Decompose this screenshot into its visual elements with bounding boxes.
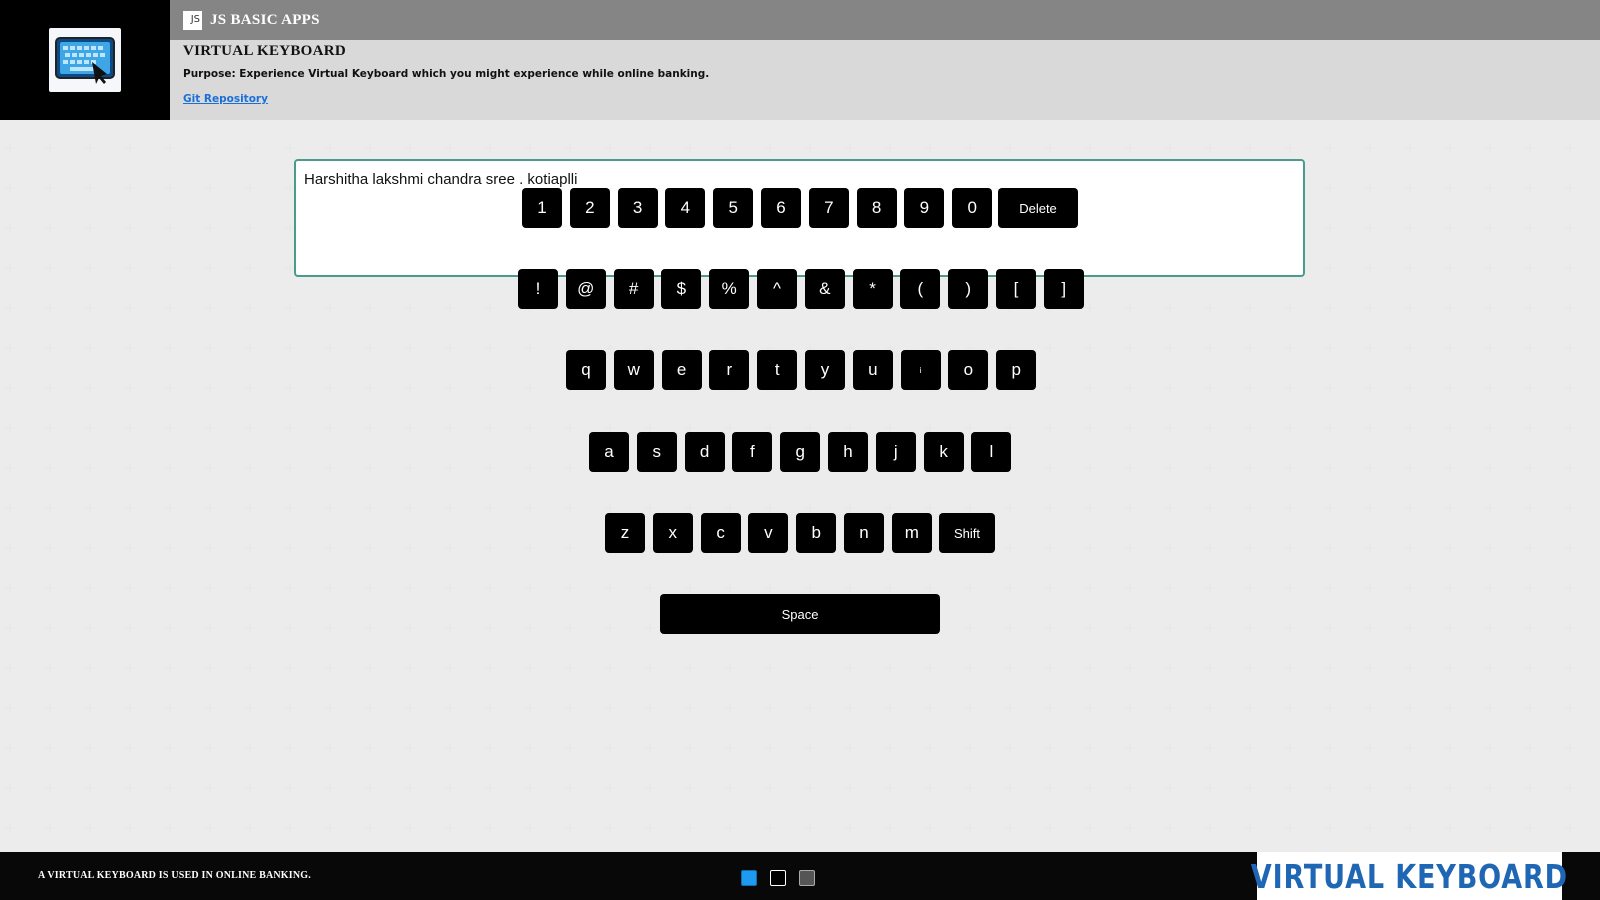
key-0[interactable]: 0 <box>952 188 993 228</box>
key-b[interactable]: b <box>796 513 837 553</box>
key-i[interactable]: i <box>900 350 941 390</box>
key-asterisk[interactable]: * <box>852 269 893 309</box>
key-dollar[interactable]: $ <box>661 269 702 309</box>
key-8[interactable]: 8 <box>856 188 897 228</box>
key-m[interactable]: m <box>891 513 932 553</box>
shift-key[interactable]: Shift <box>939 513 995 553</box>
key-d[interactable]: d <box>684 432 725 472</box>
key-f[interactable]: f <box>732 432 773 472</box>
key-y[interactable]: y <box>805 350 845 390</box>
key-7[interactable]: 7 <box>808 188 849 228</box>
key-left-paren[interactable]: ( <box>900 269 941 309</box>
key-s[interactable]: s <box>636 432 677 472</box>
purpose-text: Purpose: Experience Virtual Keyboard whi… <box>183 68 710 80</box>
key-9[interactable]: 9 <box>904 188 945 228</box>
page-title: VIRTUAL KEYBOARD <box>183 43 347 59</box>
theme-swatch-blue[interactable] <box>741 870 757 886</box>
brand-title: JS BASIC APPS <box>210 11 320 28</box>
keyboard-area: Harshitha lakshmi chandra sree . kotiapl… <box>0 120 1600 852</box>
key-w[interactable]: w <box>613 350 654 390</box>
app-logo <box>0 0 170 120</box>
key-5[interactable]: 5 <box>713 188 754 228</box>
delete-key[interactable]: Delete <box>998 188 1078 228</box>
space-key[interactable]: Space <box>660 594 940 634</box>
key-e[interactable]: e <box>661 350 702 390</box>
key-3[interactable]: 3 <box>617 188 658 228</box>
key-t[interactable]: t <box>757 350 798 390</box>
top-bar: JS JS BASIC APPS <box>170 0 1600 40</box>
key-n[interactable]: n <box>844 513 884 553</box>
key-caret[interactable]: ^ <box>757 269 797 309</box>
key-z[interactable]: z <box>605 513 645 553</box>
key-r[interactable]: r <box>709 350 750 390</box>
footer-text: A VIRTUAL KEYBOARD IS USED IN ONLINE BAN… <box>38 870 311 881</box>
info-bar: VIRTUAL KEYBOARD Purpose: Experience Vir… <box>170 40 1600 120</box>
key-right-paren[interactable]: ) <box>948 269 989 309</box>
key-6[interactable]: 6 <box>761 188 801 228</box>
theme-swatch-black[interactable] <box>770 870 786 886</box>
key-2[interactable]: 2 <box>569 188 610 228</box>
key-g[interactable]: g <box>780 432 821 472</box>
js-icon: JS <box>183 10 202 30</box>
key-exclamation[interactable]: ! <box>518 269 558 309</box>
key-h[interactable]: h <box>828 432 868 472</box>
key-percent[interactable]: % <box>709 269 750 309</box>
key-v[interactable]: v <box>748 513 789 553</box>
key-j[interactable]: j <box>875 432 916 472</box>
key-l[interactable]: l <box>971 432 1012 472</box>
key-u[interactable]: u <box>852 350 893 390</box>
key-1[interactable]: 1 <box>522 188 562 228</box>
tablet-keyboard-icon <box>49 28 121 92</box>
theme-swatch-gray[interactable] <box>799 870 815 886</box>
git-repository-link[interactable]: Git Repository <box>183 93 268 105</box>
key-4[interactable]: 4 <box>665 188 706 228</box>
key-c[interactable]: c <box>700 513 741 553</box>
app-header: JS JS BASIC APPS VIRTUAL KEYBOARD Purpos… <box>0 0 1600 120</box>
key-right-bracket[interactable]: ] <box>1043 269 1084 309</box>
key-k[interactable]: k <box>923 432 964 472</box>
key-p[interactable]: p <box>996 350 1037 390</box>
key-ampersand[interactable]: & <box>804 269 845 309</box>
key-x[interactable]: x <box>652 513 693 553</box>
key-q[interactable]: q <box>566 350 606 390</box>
key-hash[interactable]: # <box>613 269 654 309</box>
key-o[interactable]: o <box>948 350 989 390</box>
key-at[interactable]: @ <box>565 269 606 309</box>
key-left-bracket[interactable]: [ <box>996 269 1036 309</box>
footer-logo: VIRTUAL KEYBOARD <box>1251 852 1567 900</box>
key-a[interactable]: a <box>589 432 629 472</box>
footer-logo-text: VIRTUAL KEYBOARD <box>1250 856 1569 896</box>
